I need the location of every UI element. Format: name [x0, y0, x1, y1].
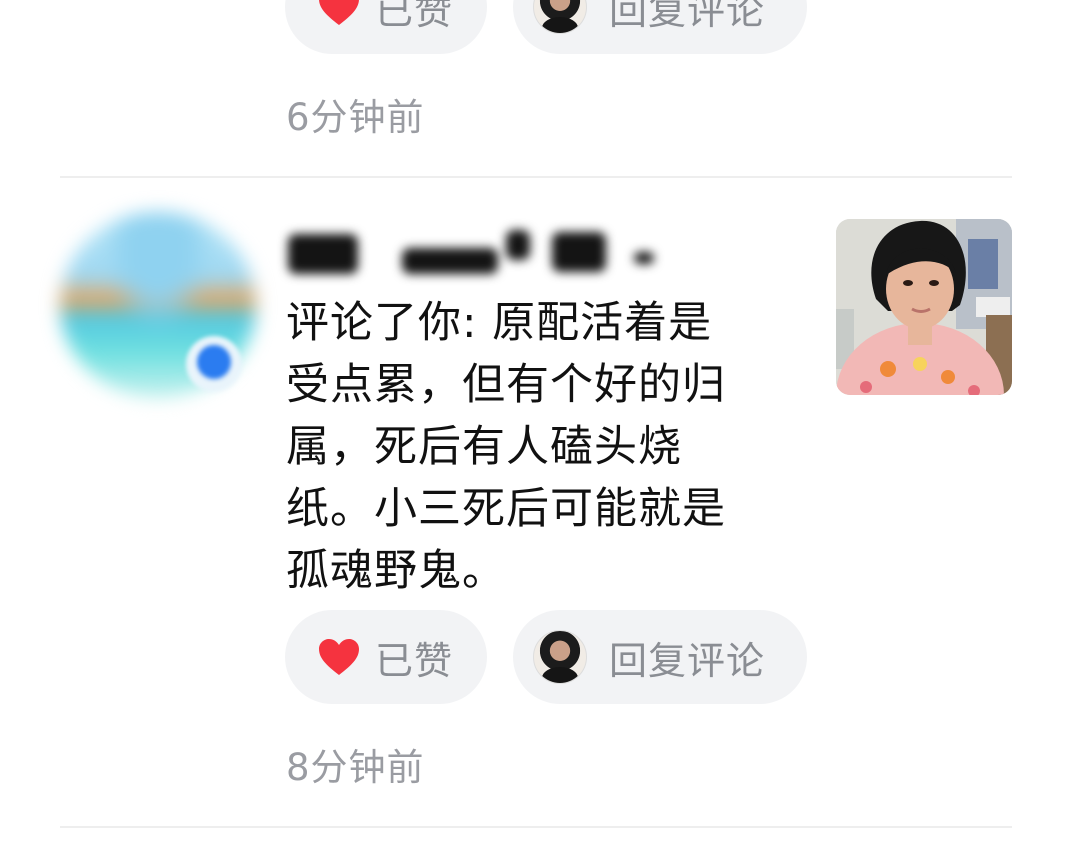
comment-text: 评论了你: 原配活着是 受点累，但有个好的归 属，死后有人磕头烧 纸。小三死后可…: [286, 292, 766, 602]
reply-label: 回复评论: [609, 638, 766, 683]
heart-icon: [319, 639, 359, 675]
reply-comment-button[interactable]: 回复评论: [513, 0, 807, 54]
username[interactable]: [284, 222, 668, 284]
comment-line: 属，死后有人磕头烧: [286, 422, 682, 472]
timestamp: 6分钟前: [286, 96, 425, 139]
badge-icon: [197, 345, 231, 379]
like-label: 已赞: [375, 638, 454, 683]
divider: [60, 176, 1012, 178]
reply-label: 回复评论: [609, 0, 766, 33]
like-label: 已赞: [375, 0, 454, 33]
timestamp: 8分钟前: [286, 746, 425, 789]
thumbnail-image: [836, 219, 1012, 395]
comment-line: 纸。小三死后可能就是: [286, 484, 726, 534]
avatar: [533, 0, 587, 34]
comment-line: 受点累，但有个好的归: [286, 360, 726, 410]
reply-comment-button[interactable]: 回复评论: [513, 610, 807, 704]
like-button[interactable]: 已赞: [285, 610, 487, 704]
like-button[interactable]: 已赞: [285, 0, 487, 54]
video-thumbnail[interactable]: [836, 219, 1012, 395]
avatar: [533, 630, 587, 684]
heart-icon: [319, 0, 359, 25]
comment-line: 评论了你: 原配活着是: [286, 298, 713, 348]
divider: [60, 826, 1012, 828]
comment-line: 孤魂野鬼。: [286, 546, 506, 596]
